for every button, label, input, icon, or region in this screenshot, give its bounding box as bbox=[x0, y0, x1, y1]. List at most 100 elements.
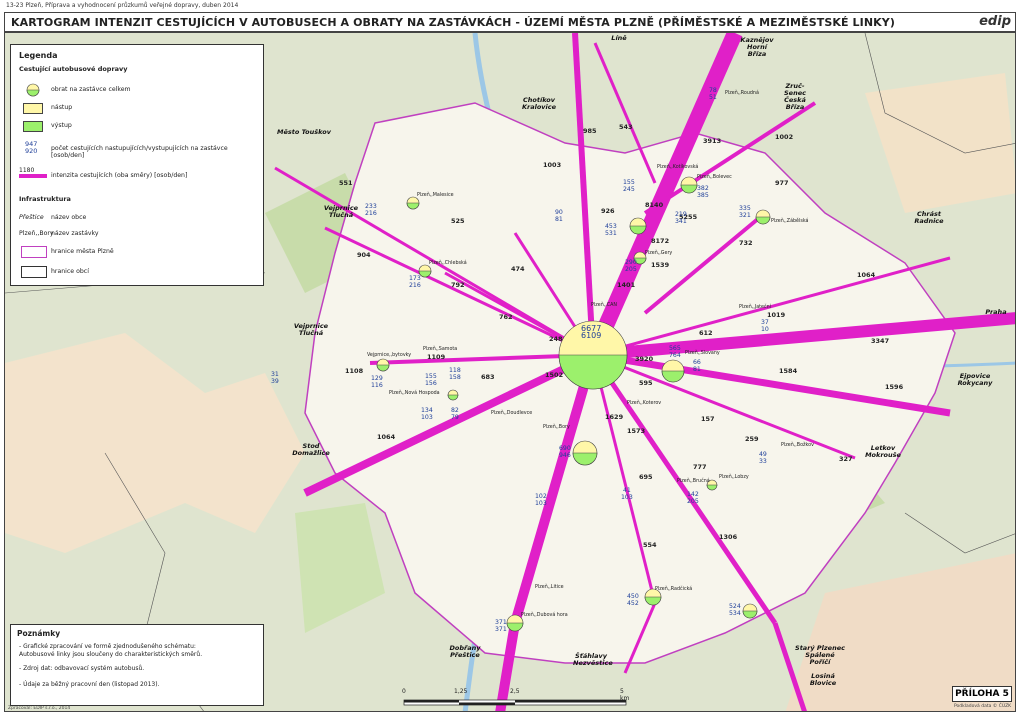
municipal-boundary-swatch-icon bbox=[21, 266, 47, 278]
flow-value: 3920 bbox=[635, 355, 654, 363]
direction-label: Město Touškov bbox=[277, 128, 331, 136]
direction-label: Chrást Radnice bbox=[914, 210, 944, 225]
flow-value: 525 bbox=[451, 217, 465, 225]
direction-label: Dobřany Přeštice bbox=[449, 644, 481, 659]
flow-value: 8172 bbox=[651, 237, 670, 245]
flow-value: 792 bbox=[451, 281, 465, 289]
stop-label: Plzeň,,Slovany bbox=[685, 351, 720, 356]
stop-counts: 382 385 bbox=[697, 185, 709, 199]
legend-count-desc: počet cestujících nastupujících/vystupuj… bbox=[51, 145, 228, 159]
stop-label: Plzeň,,CAN bbox=[591, 303, 618, 308]
stop-counts: 335 321 bbox=[739, 205, 751, 219]
direction-label: Ejpovice Rokycany bbox=[957, 372, 993, 387]
stop-label: Plzeň,,Bory bbox=[543, 425, 570, 430]
flow-value: 1584 bbox=[779, 367, 798, 375]
footer-credits: Zpracoval: EDIP s.r.o., 2014 bbox=[8, 706, 71, 711]
stop-counts: 49 33 bbox=[759, 451, 767, 465]
legend-row-counts: 947 920 počet cestujících nastupujících/… bbox=[19, 141, 259, 160]
annex-label: PŘÍLOHA 5 bbox=[952, 686, 1012, 702]
stop-counts: 453 531 bbox=[605, 223, 617, 237]
legend-row-intensity: 1180 intenzita cestujících (oba směry) [… bbox=[19, 167, 259, 181]
legend-municipal-boundary-label: hranice obcí bbox=[51, 268, 89, 275]
stop-label: Plzeň,,Bručná bbox=[677, 479, 710, 484]
direction-label: Praha bbox=[985, 308, 1007, 316]
header-meta: 13-23 Plzeň, Příprava a vyhodnocení průz… bbox=[6, 2, 239, 9]
stop-label: Plzeň,,Samota bbox=[423, 347, 458, 352]
flow-value: 904 bbox=[357, 251, 371, 259]
flow-value: 732 bbox=[739, 239, 753, 247]
flow-value: 1401 bbox=[617, 281, 636, 289]
flow-value: 8140 bbox=[645, 201, 664, 209]
stop-label: Plzeň,,Malesice bbox=[417, 193, 454, 198]
notes-line: - Údaje za běžný pracovní den (listopad … bbox=[19, 681, 160, 688]
direction-label: Stod Domažlice bbox=[292, 442, 330, 457]
stop-label: Vejprnice,,bytovky bbox=[367, 353, 412, 358]
flow-value: 327 bbox=[839, 455, 853, 463]
stop-counts: 690 946 bbox=[559, 445, 571, 459]
legend-panel: Legenda Cestující autobusové dopravy obr… bbox=[10, 44, 264, 286]
flow-value: 1064 bbox=[377, 433, 396, 441]
direction-label: Vejprnice Tlučná bbox=[323, 204, 359, 219]
stop-counts: 233 216 bbox=[365, 203, 377, 217]
stop-counts: 82 79 bbox=[451, 407, 459, 421]
stop-counts: 134 103 bbox=[421, 407, 433, 421]
direction-label: Šťáhlavy Nezvěstice bbox=[573, 652, 613, 667]
notes-panel: Poznámky - Grafické zpracování ve formě … bbox=[10, 624, 264, 706]
scale-bar: 0 1,25 2,5 5 km bbox=[402, 688, 632, 710]
stop-counts: 78 51 bbox=[709, 87, 717, 101]
flow-value: 1306 bbox=[719, 533, 738, 541]
stop-label: Plzeň,,Koterov bbox=[627, 401, 662, 406]
flow-value: 1629 bbox=[605, 413, 624, 421]
legend-intensity-desc: intenzita cestujících (oba směry) [osob/… bbox=[51, 172, 188, 179]
flow-value: 695 bbox=[639, 473, 653, 481]
map-title: KARTOGRAM INTENZIT CESTUJÍCÍCH V AUTOBUS… bbox=[11, 16, 895, 29]
direction-label: Vejprnice Tlučná bbox=[293, 322, 329, 337]
stop-label: Plzeň,,Radčická bbox=[655, 587, 693, 592]
stop-counts: 90 81 bbox=[555, 209, 563, 223]
legend-alighting-label: výstup bbox=[51, 122, 72, 129]
scale-tick: 1,25 bbox=[454, 688, 468, 695]
stop-counts: 129 116 bbox=[371, 375, 383, 389]
flow-value: 762 bbox=[499, 313, 513, 321]
flow-value: 985 bbox=[583, 127, 597, 135]
stop-label: Plzeň,,Božkov bbox=[781, 443, 814, 448]
legend-row-alighting: výstup bbox=[19, 119, 259, 133]
direction-label: Losiná Blovice bbox=[809, 672, 837, 687]
stop-counts: 290 205 bbox=[625, 259, 637, 273]
turnover-circle-icon bbox=[26, 83, 40, 97]
stop-label: Plzeň,,Nová Hospoda bbox=[389, 391, 440, 396]
direction-label: Kaznějov Horní Bříza bbox=[740, 36, 774, 58]
legend-row-municipal-boundary: hranice obcí bbox=[19, 265, 259, 279]
notes-line: - Zdroj dat: odbavovací systém autobusů. bbox=[19, 665, 145, 672]
flow-value: 1539 bbox=[651, 261, 670, 269]
legend-boarding-label: nástup bbox=[51, 104, 73, 111]
legend-row-town: Přeštice název obce bbox=[19, 211, 259, 225]
stop-counts: 66 81 bbox=[693, 359, 701, 373]
stop-label: Plzeň,,Dubová hora bbox=[521, 613, 568, 618]
flow-value: 1002 bbox=[775, 133, 794, 141]
direction-label: Líně bbox=[611, 34, 627, 42]
flow-value: 543 bbox=[619, 123, 633, 131]
stop-label: Plzeň,,Jateční bbox=[739, 305, 771, 310]
legend-town-example: Přeštice bbox=[19, 214, 44, 221]
edip-logo: edip bbox=[979, 14, 1011, 29]
flow-value: 1064 bbox=[857, 271, 876, 279]
stop-label: Plzeň,,Gery bbox=[645, 251, 673, 256]
stop-counts-center: 6677 6109 bbox=[581, 324, 602, 340]
direction-label: Chotíkov Kralovice bbox=[521, 96, 557, 111]
flow-value: 1596 bbox=[885, 383, 904, 391]
alighting-swatch-icon bbox=[23, 121, 43, 132]
stop-counts: 118 158 bbox=[449, 367, 461, 381]
direction-label: Zruč-Senec Česká Bříza bbox=[784, 82, 806, 111]
stop-counts: 41 103 bbox=[621, 487, 633, 501]
flow-band-swatch-icon bbox=[19, 174, 47, 178]
legend-row-city-boundary: hranice města Plzně bbox=[19, 245, 259, 259]
flow-value: 248 bbox=[549, 335, 563, 343]
flow-value: 3913 bbox=[703, 137, 722, 145]
flow-value: 474 bbox=[511, 265, 525, 273]
notes-line: Autobusové linky jsou sloučeny do charak… bbox=[19, 651, 203, 658]
legend-row-stop: Plzeň,,Bory název zastávky bbox=[19, 227, 259, 241]
flow-value: 612 bbox=[699, 329, 713, 337]
stop-label: Plzeň,,Litice bbox=[535, 585, 564, 590]
stop-counts: 102 103 bbox=[535, 493, 547, 507]
